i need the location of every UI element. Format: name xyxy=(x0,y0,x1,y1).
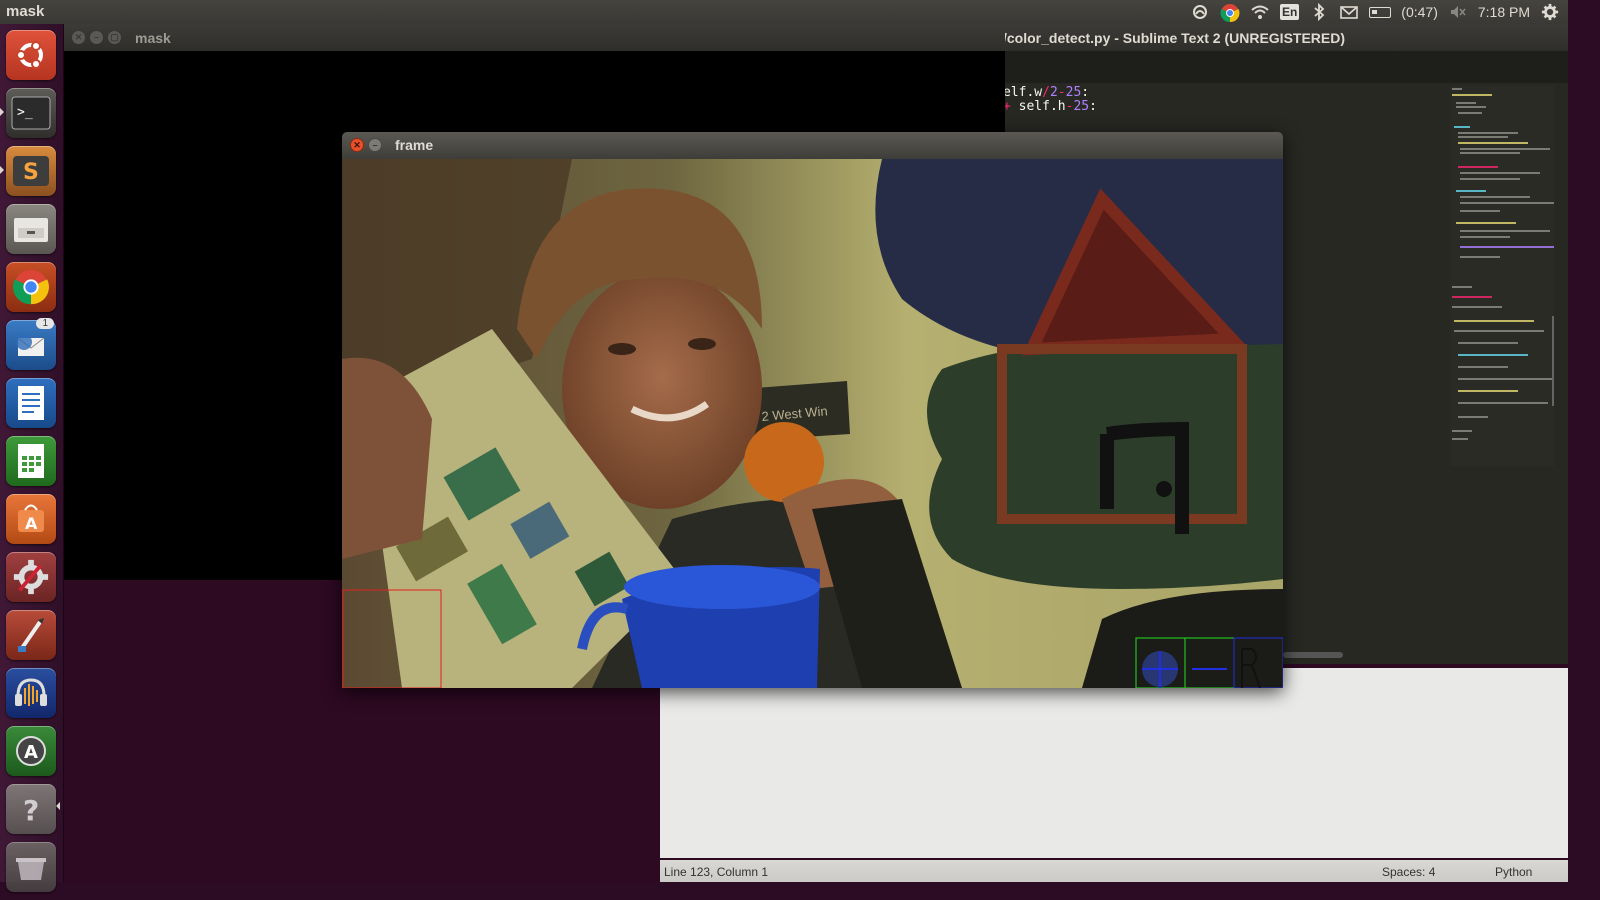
unread-badge: 1 xyxy=(36,318,54,329)
maximize-icon[interactable]: ▢ xyxy=(108,31,121,44)
top-panel: mask En (0:47) 7:18 PM xyxy=(0,0,1568,24)
close-icon[interactable]: ✕ xyxy=(350,138,364,152)
keyboard-layout-indicator[interactable]: En xyxy=(1279,4,1300,20)
mail-icon[interactable] xyxy=(1339,3,1359,21)
chrome-tray-icon[interactable] xyxy=(1220,3,1240,23)
horizontal-scrollbar[interactable] xyxy=(1283,652,1343,658)
svg-text:?: ? xyxy=(23,794,39,826)
tab-bar[interactable] xyxy=(1000,51,1568,83)
chrome-icon[interactable] xyxy=(6,262,56,312)
terminal-icon[interactable]: >_ xyxy=(6,88,56,138)
code-line: elf.w/2-25: xyxy=(1003,85,1090,100)
volume-muted-icon[interactable] xyxy=(1448,3,1468,21)
code-line: + self.h-25: xyxy=(1003,99,1097,114)
window-title: frame xyxy=(395,137,434,153)
frame-window: ✕ – frame 2 West Win xyxy=(342,132,1283,688)
sublime-titlebar: /color_detect.py - Sublime Text 2 (UNREG… xyxy=(1000,24,1568,51)
syntax-selector[interactable]: Python xyxy=(1495,865,1532,879)
cursor-position: Line 123, Column 1 xyxy=(664,865,769,879)
bluetooth-icon[interactable] xyxy=(1309,2,1329,22)
unity-launcher: >_ S 1 A A ? xyxy=(0,24,64,892)
help-icon[interactable]: ? xyxy=(6,784,56,834)
thunderbird-icon[interactable]: 1 xyxy=(6,318,56,370)
frame-titlebar: ✕ – frame xyxy=(342,132,1283,159)
calc-icon[interactable] xyxy=(6,436,56,486)
ubuntu-dash-icon[interactable] xyxy=(6,30,56,80)
close-icon[interactable]: ✕ xyxy=(72,31,85,44)
svg-text:A: A xyxy=(24,742,38,763)
minimize-icon[interactable]: – xyxy=(90,31,103,44)
svg-text:S: S xyxy=(23,160,39,185)
svg-text:>_: >_ xyxy=(17,105,33,120)
webcam-frame: 2 West Win xyxy=(342,159,1283,688)
software-center-icon[interactable]: A xyxy=(6,494,56,544)
paint-icon[interactable] xyxy=(6,610,56,660)
clock[interactable]: 7:18 PM xyxy=(1478,4,1530,20)
running-indicator xyxy=(0,108,4,116)
window-title: /color_detect.py - Sublime Text 2 (UNREG… xyxy=(1003,30,1346,46)
gear-icon[interactable] xyxy=(1540,3,1560,21)
dropbox-icon[interactable] xyxy=(1190,3,1210,21)
active-app-title: mask xyxy=(6,3,45,20)
audacity-icon[interactable] xyxy=(6,668,56,718)
update-manager-icon[interactable]: A xyxy=(6,726,56,776)
console-panel xyxy=(660,668,1568,858)
running-indicator xyxy=(0,166,4,174)
sublime-text-icon[interactable]: S xyxy=(6,146,56,196)
battery-icon[interactable] xyxy=(1369,6,1392,18)
system-settings-icon[interactable] xyxy=(6,552,56,602)
battery-time[interactable]: (0:47) xyxy=(1401,4,1438,20)
minimap[interactable] xyxy=(1450,86,1554,466)
status-bar: Line 123, Column 1 Spaces: 4 Python xyxy=(660,860,1568,882)
code-editor[interactable]: elf.w/2-25: + self.h-25: xyxy=(1003,86,1097,114)
wifi-icon[interactable] xyxy=(1250,3,1270,21)
system-tray: En (0:47) 7:18 PM xyxy=(1190,2,1560,23)
indentation-setting[interactable]: Spaces: 4 xyxy=(1382,865,1435,879)
writer-icon[interactable] xyxy=(6,378,56,428)
minimize-icon[interactable]: – xyxy=(368,138,382,152)
trash-icon[interactable] xyxy=(6,842,56,892)
mask-titlebar: ✕ – ▢ mask xyxy=(64,24,1005,51)
scroll-indicator xyxy=(56,802,60,810)
window-title: mask xyxy=(135,30,171,46)
file-manager-icon[interactable] xyxy=(6,204,56,254)
svg-text:A: A xyxy=(25,514,38,533)
